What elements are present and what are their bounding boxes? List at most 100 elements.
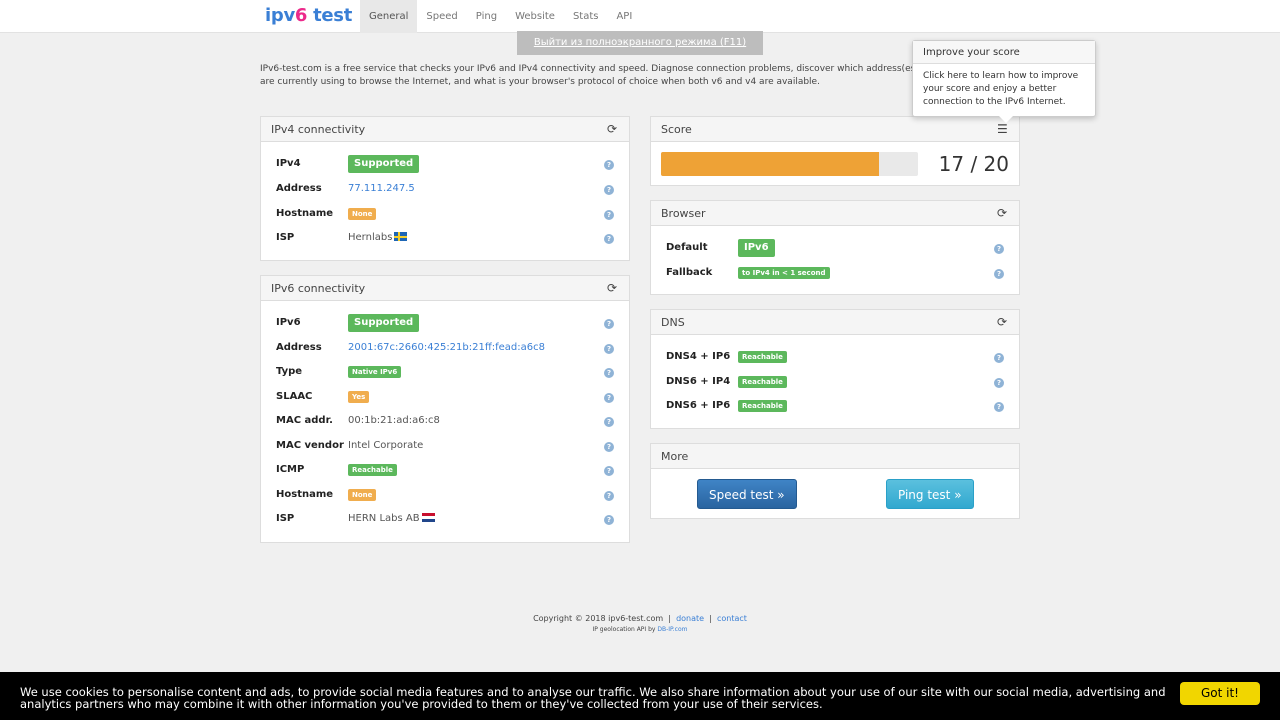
popover-title: Improve your score xyxy=(913,41,1095,64)
row-label: ISP xyxy=(276,232,295,243)
logo-text-ipv: ipv xyxy=(265,5,295,26)
footer-separator: | xyxy=(709,614,712,623)
netherlands-flag-icon xyxy=(421,513,435,522)
tab-stats[interactable]: Stats xyxy=(564,0,608,33)
speed-test-button[interactable]: Speed test » xyxy=(697,479,797,509)
logo-text-6: 6 xyxy=(294,5,308,26)
help-icon[interactable]: ? xyxy=(604,368,614,378)
cookie-consent-bar: We use cookies to personalise content an… xyxy=(0,672,1280,720)
tab-speed[interactable]: Speed xyxy=(417,0,466,33)
donate-link[interactable]: donate xyxy=(676,614,704,623)
ipv6-panel: IPv6 connectivity ⟳ IPv6 Supported ? Add… xyxy=(260,275,630,543)
cookie-message: We use cookies to personalise content an… xyxy=(20,685,1166,711)
ipv4-panel-title: IPv4 connectivity xyxy=(271,123,366,136)
help-icon[interactable]: ? xyxy=(604,210,614,220)
help-icon[interactable]: ? xyxy=(604,417,614,427)
mac-address-value: 00:1b:21:ad:a6:c8 xyxy=(348,415,440,426)
score-panel-title: Score xyxy=(661,123,692,136)
help-icon[interactable]: ? xyxy=(994,269,1004,279)
ipv6-row-isp: ISP HERN Labs AB ? xyxy=(276,512,614,528)
help-icon[interactable]: ? xyxy=(604,319,614,329)
ipv6-row-mac: MAC addr. 00:1b:21:ad:a6:c8 ? xyxy=(276,414,614,430)
row-label: Hostname xyxy=(276,489,334,500)
status-badge: IPv6 xyxy=(738,239,775,257)
ipv4-row-address: Address 77.111.247.5 ? xyxy=(276,182,614,198)
footer: Copyright © 2018 ipv6-test.com | donate … xyxy=(0,613,1280,635)
ipv6-address-link[interactable]: 2001:67c:2660:425:21b:21ff:fead:a6c8 xyxy=(348,342,545,353)
ipv4-address-link[interactable]: 77.111.247.5 xyxy=(348,183,415,194)
row-label: Default xyxy=(666,242,708,253)
copyright-text: Copyright © 2018 ipv6-test.com xyxy=(533,614,664,623)
improve-score-popover[interactable]: Improve your score Click here to learn h… xyxy=(912,40,1096,123)
list-icon[interactable]: ☰ xyxy=(997,123,1009,135)
help-icon[interactable]: ? xyxy=(604,466,614,476)
refresh-icon[interactable]: ⟳ xyxy=(607,123,619,135)
dns-row-dns4-ip6: DNS4 + IP6 Reachable ? xyxy=(666,350,1004,366)
logo-text-test: test xyxy=(307,5,353,26)
status-badge: Reachable xyxy=(738,351,787,363)
ipv6-row-hostname: Hostname None ? xyxy=(276,488,614,504)
help-icon[interactable]: ? xyxy=(604,160,614,170)
more-panel-title: More xyxy=(661,450,689,463)
browser-row-fallback: Fallback to IPv4 in < 1 second ? xyxy=(666,266,1004,282)
row-label: DNS6 + IP6 xyxy=(666,400,731,411)
browser-panel: Browser ⟳ Default IPv6 ? Fallback to IPv… xyxy=(650,200,1020,295)
ipv6-row-type: Type Native IPv6 ? xyxy=(276,365,614,381)
status-badge: None xyxy=(348,489,377,501)
status-badge: Reachable xyxy=(348,464,397,476)
cookie-accept-button[interactable]: Got it! xyxy=(1180,682,1260,705)
browser-row-default: Default IPv6 ? xyxy=(666,239,1004,257)
intro-text: IPv6-test.com is a free service that che… xyxy=(260,64,939,87)
score-panel: Score ☰ 17 / 20 xyxy=(650,116,1020,186)
main-nav: General Speed Ping Website Stats API xyxy=(360,0,641,33)
exit-fullscreen-toast[interactable]: Выйти из полноэкранного режима (F11) xyxy=(517,31,763,55)
status-badge: to IPv4 in < 1 second xyxy=(738,267,830,279)
help-icon[interactable]: ? xyxy=(994,402,1004,412)
ipv4-row-hostname: Hostname None ? xyxy=(276,207,614,223)
more-panel: More Speed test » Ping test » xyxy=(650,443,1020,519)
tab-general[interactable]: General xyxy=(360,0,418,33)
help-icon[interactable]: ? xyxy=(604,344,614,354)
help-icon[interactable]: ? xyxy=(604,234,614,244)
dbip-link[interactable]: DB-IP.com xyxy=(657,626,687,633)
help-icon[interactable]: ? xyxy=(604,491,614,501)
status-badge: Reachable xyxy=(738,400,787,412)
help-icon[interactable]: ? xyxy=(604,393,614,403)
status-badge: Native IPv6 xyxy=(348,366,402,378)
top-navbar: ipv6 test General Speed Ping Website Sta… xyxy=(0,0,1280,33)
refresh-icon[interactable]: ⟳ xyxy=(607,282,619,294)
row-label: IPv6 xyxy=(276,317,301,328)
contact-link[interactable]: contact xyxy=(717,614,747,623)
status-badge: None xyxy=(348,208,377,220)
status-badge: Supported xyxy=(348,314,420,332)
more-panel-header: More xyxy=(651,444,1019,469)
ipv6-row-vendor: MAC vendor Intel Corporate ? xyxy=(276,439,614,455)
ping-test-button[interactable]: Ping test » xyxy=(886,479,974,509)
tab-ping[interactable]: Ping xyxy=(467,0,506,33)
isp-name: HERN Labs AB xyxy=(348,513,420,524)
help-icon[interactable]: ? xyxy=(604,515,614,525)
footer-separator: | xyxy=(668,614,671,623)
ipv6-panel-header: IPv6 connectivity ⟳ xyxy=(261,276,629,301)
tab-api[interactable]: API xyxy=(607,0,641,33)
row-label: Address xyxy=(276,183,322,194)
dns-panel-title: DNS xyxy=(661,316,685,329)
help-icon[interactable]: ? xyxy=(994,378,1004,388)
help-icon[interactable]: ? xyxy=(604,185,614,195)
browser-panel-title: Browser xyxy=(661,207,706,220)
ipv6-row-status: IPv6 Supported ? xyxy=(276,314,614,332)
site-logo[interactable]: ipv6 test xyxy=(265,5,352,26)
help-icon[interactable]: ? xyxy=(994,244,1004,254)
row-label: ICMP xyxy=(276,464,305,475)
help-icon[interactable]: ? xyxy=(994,353,1004,363)
row-label: MAC vendor xyxy=(276,440,344,451)
tab-website[interactable]: Website xyxy=(506,0,564,33)
refresh-icon[interactable]: ⟳ xyxy=(997,207,1009,219)
help-icon[interactable]: ? xyxy=(604,442,614,452)
refresh-icon[interactable]: ⟳ xyxy=(997,316,1009,328)
score-progress-bar xyxy=(661,152,918,176)
popover-body[interactable]: Click here to learn how to improve your … xyxy=(913,64,1095,115)
row-label: Address xyxy=(276,342,322,353)
row-label: ISP xyxy=(276,513,295,524)
row-label: DNS4 + IP6 xyxy=(666,351,731,362)
